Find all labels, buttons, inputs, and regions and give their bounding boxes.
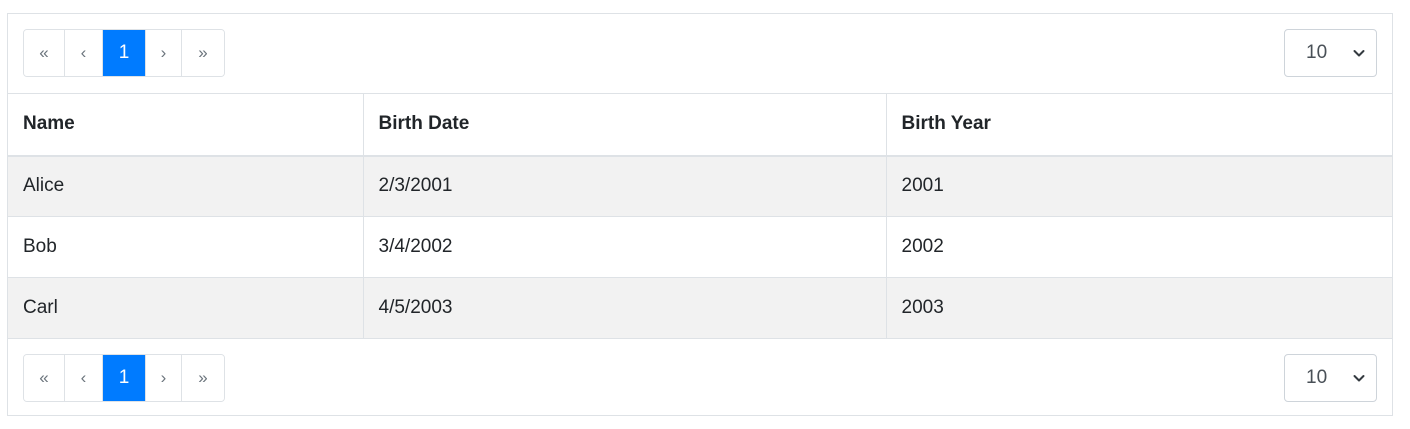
first-page-button[interactable]: « <box>24 30 65 76</box>
pagination-top: « ‹ 1 › » <box>23 29 225 77</box>
bottom-toolbar: « ‹ 1 › » 10 <box>8 339 1392 419</box>
previous-page-button[interactable]: ‹ <box>65 355 103 401</box>
chevron-down-icon <box>1353 50 1365 57</box>
page-size-select-top[interactable]: 10 <box>1284 29 1377 77</box>
cell-birth-year: 2001 <box>886 155 1392 217</box>
table-header-row: Name Birth Date Birth Year <box>8 93 1392 157</box>
cell-birth-year: 2002 <box>886 216 1392 278</box>
cell-birth-year: 2003 <box>886 277 1392 339</box>
page-size-select-bottom[interactable]: 10 <box>1284 354 1377 402</box>
previous-page-button[interactable]: ‹ <box>65 30 103 76</box>
page-size-value: 10 <box>1306 367 1328 388</box>
pagination-bottom: « ‹ 1 › » <box>23 354 225 402</box>
cell-birth-date: 2/3/2001 <box>363 155 887 217</box>
table-row: Alice 2/3/2001 2001 <box>8 155 1392 217</box>
cell-name: Carl <box>8 277 364 339</box>
cell-birth-date: 3/4/2002 <box>363 216 887 278</box>
cell-name: Bob <box>8 216 364 278</box>
next-page-button[interactable]: › <box>146 30 182 76</box>
column-header-birth-date[interactable]: Birth Date <box>363 93 887 157</box>
table-row: Bob 3/4/2002 2002 <box>8 216 1392 278</box>
first-page-button[interactable]: « <box>24 355 65 401</box>
next-page-button[interactable]: › <box>146 355 182 401</box>
page-1-button[interactable]: 1 <box>103 355 146 401</box>
page-size-value: 10 <box>1306 42 1328 63</box>
chevron-down-icon <box>1353 375 1365 382</box>
top-toolbar: « ‹ 1 › » 10 <box>8 14 1392 94</box>
page-1-button[interactable]: 1 <box>103 30 146 76</box>
column-header-birth-year[interactable]: Birth Year <box>886 93 1392 157</box>
table-panel: « ‹ 1 › » 10 Name Birth Date Birth Year … <box>7 13 1393 416</box>
last-page-button[interactable]: » <box>182 355 224 401</box>
last-page-button[interactable]: » <box>182 30 224 76</box>
column-header-name[interactable]: Name <box>8 93 364 157</box>
data-table: Name Birth Date Birth Year Alice 2/3/200… <box>8 93 1392 339</box>
table-row: Carl 4/5/2003 2003 <box>8 277 1392 339</box>
cell-name: Alice <box>8 155 364 217</box>
cell-birth-date: 4/5/2003 <box>363 277 887 339</box>
